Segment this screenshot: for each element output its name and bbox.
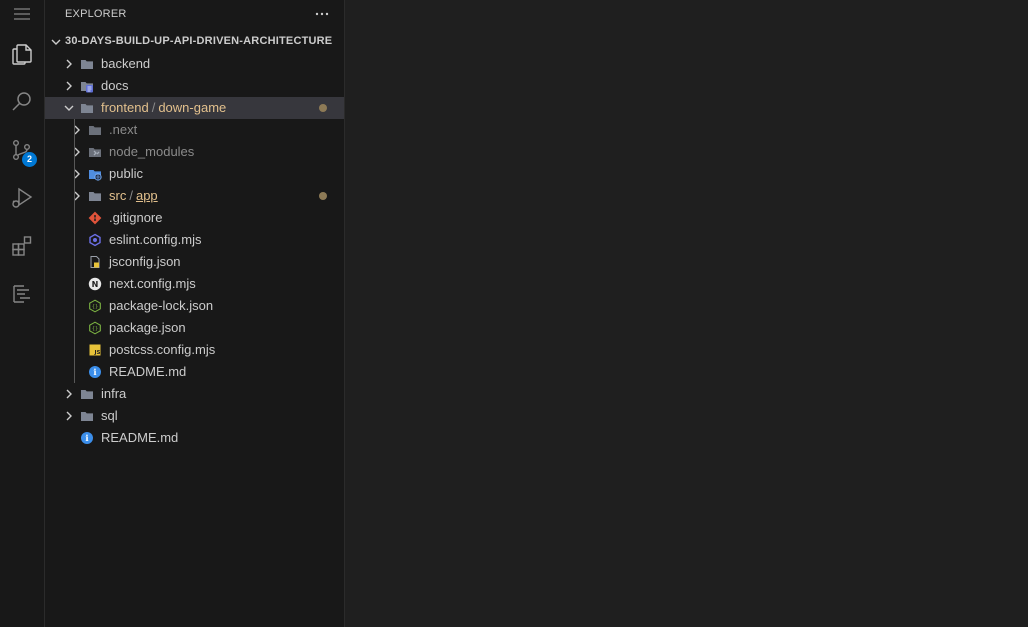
tree-item-label: eslint.config.mjs	[109, 232, 202, 247]
tree-item-label: backend	[101, 56, 151, 71]
tree-item-label: src / app	[109, 188, 158, 203]
more-actions-icon[interactable]	[312, 4, 332, 24]
tree-item-label: .next	[109, 122, 138, 137]
nodejs-icon: {}	[88, 299, 102, 313]
tree-item-readme-inner[interactable]: i README.md	[45, 361, 344, 383]
tree-item-label: postcss.config.mjs	[109, 342, 216, 357]
file-tree: backend docs frontend / down-game .next no…	[45, 53, 344, 449]
chevron-right-icon	[71, 190, 83, 205]
chevron-right-icon	[63, 58, 75, 73]
source-control-icon[interactable]: 2	[0, 130, 44, 170]
tree-item-backend[interactable]: backend	[45, 53, 344, 75]
tree-item-package-json[interactable]: {} package.json	[45, 317, 344, 339]
tree-item-node-modules[interactable]: node_modules	[45, 141, 344, 163]
eslint-icon	[88, 233, 102, 247]
tree-item-label: README.md	[101, 430, 179, 445]
menu-icon[interactable]	[0, 0, 44, 34]
tree-item-next-config[interactable]: N next.config.mjs	[45, 273, 344, 295]
chevron-right-icon	[71, 124, 83, 139]
git-icon	[88, 211, 102, 225]
svg-text:{}: {}	[92, 326, 98, 332]
tree-item-label: next.config.mjs	[109, 276, 196, 291]
project-root-row[interactable]: 30-DAYS-BUILD-UP-API-DRIVEN-ARCHITECTURE	[45, 31, 344, 53]
tree-item-postcss-config[interactable]: JS postcss.config.mjs	[45, 339, 344, 361]
folder-open-icon	[80, 101, 94, 115]
tree-item-label: package-lock.json	[109, 298, 214, 313]
tree-item-label: public	[109, 166, 143, 181]
extensions-icon[interactable]	[0, 226, 44, 266]
tree-item-label: docs	[101, 78, 129, 93]
tree-item-infra[interactable]: infra	[45, 383, 344, 405]
indent-guide	[74, 119, 75, 383]
outline-icon[interactable]	[0, 274, 44, 314]
svg-text:{}: {}	[92, 304, 98, 310]
explorer-title: EXPLORER	[65, 8, 127, 20]
folder-icon	[80, 409, 94, 423]
javascript-icon: JS	[88, 343, 102, 357]
chevron-down-icon	[63, 102, 75, 117]
chevron-right-icon	[71, 146, 83, 161]
tree-item-label: frontend / down-game	[101, 100, 227, 115]
activity-bar: 2	[0, 0, 45, 627]
explorer-sidebar: EXPLORER 30-DAYS-BUILD-UP-API-DRIVEN-ARC…	[45, 0, 345, 627]
tree-item-sql[interactable]: sql	[45, 405, 344, 427]
tree-item-public[interactable]: public	[45, 163, 344, 185]
tree-item-readme-root[interactable]: i README.md	[45, 427, 344, 449]
tree-item-next[interactable]: .next	[45, 119, 344, 141]
folder-icon	[80, 387, 94, 401]
chevron-down-icon	[50, 35, 62, 53]
source-control-badge: 2	[22, 152, 37, 167]
tree-item-eslint-config[interactable]: eslint.config.mjs	[45, 229, 344, 251]
explorer-files-icon[interactable]	[0, 34, 44, 74]
tree-item-docs[interactable]: docs	[45, 75, 344, 97]
folder-icon	[80, 57, 94, 71]
nextjs-icon: N	[88, 277, 102, 291]
tree-item-src-app[interactable]: src / app	[45, 185, 344, 207]
folder-icon	[88, 189, 102, 203]
info-icon: i	[80, 431, 94, 445]
tree-item-label: infra	[101, 386, 127, 401]
folder-icon	[88, 123, 102, 137]
tree-item-label: jsconfig.json	[109, 254, 181, 269]
search-icon[interactable]	[0, 82, 44, 122]
tree-item-jsconfig[interactable]: jsconfig.json	[45, 251, 344, 273]
tree-item-label: README.md	[109, 364, 187, 379]
node-modules-folder-icon	[88, 145, 102, 159]
chevron-right-icon	[63, 388, 75, 403]
tree-item-label: .gitignore	[109, 210, 163, 225]
nodejs-icon: {}	[88, 321, 102, 335]
svg-text:JS: JS	[93, 350, 100, 356]
info-icon: i	[88, 365, 102, 379]
docs-folder-icon	[80, 79, 94, 93]
tree-item-label: package.json	[109, 320, 186, 335]
run-debug-icon[interactable]	[0, 178, 44, 218]
svg-text:N: N	[92, 280, 99, 289]
project-name: 30-DAYS-BUILD-UP-API-DRIVEN-ARCHITECTURE	[65, 35, 333, 47]
tree-item-label: sql	[101, 408, 118, 423]
explorer-header: EXPLORER	[45, 0, 344, 28]
chevron-right-icon	[71, 168, 83, 183]
public-folder-icon	[88, 167, 102, 181]
jsconfig-icon	[88, 255, 102, 269]
chevron-right-icon	[63, 410, 75, 425]
tree-item-label: node_modules	[109, 144, 195, 159]
tree-item-gitignore[interactable]: .gitignore	[45, 207, 344, 229]
editor-area[interactable]	[345, 0, 1028, 627]
tree-item-frontend-down-game[interactable]: frontend / down-game	[45, 97, 344, 119]
modified-dot	[319, 104, 327, 112]
modified-dot	[319, 192, 327, 200]
tree-item-package-lock[interactable]: {} package-lock.json	[45, 295, 344, 317]
chevron-right-icon	[63, 80, 75, 95]
